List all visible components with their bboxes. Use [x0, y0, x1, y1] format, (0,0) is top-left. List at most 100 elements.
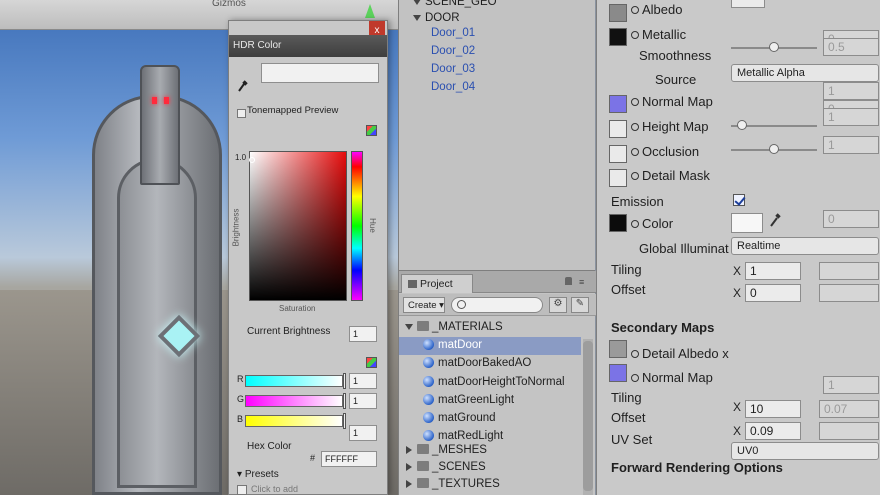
detail-mask-slot[interactable] — [609, 169, 627, 187]
blue-channel-field[interactable]: 1 — [349, 425, 377, 441]
hierarchy-item-door[interactable]: DOOR — [413, 12, 460, 24]
add-preset-button[interactable] — [237, 485, 247, 495]
tonemapped-preview-checkbox[interactable] — [237, 109, 246, 118]
tiling-x-field[interactable]: 1 — [745, 262, 801, 280]
asset-matdoorbakedao[interactable]: matDoorBakedAO — [399, 355, 579, 373]
collapse-arrow-icon[interactable] — [406, 462, 412, 471]
object-picker-icon[interactable] — [631, 350, 639, 358]
object-picker-icon[interactable] — [631, 172, 639, 180]
albedo-color-field[interactable] — [731, 0, 765, 8]
collapse-arrow-icon[interactable] — [406, 445, 412, 454]
object-picker-icon[interactable] — [631, 374, 639, 382]
folder-scenes[interactable]: _SCENES — [405, 459, 585, 477]
folder-textures[interactable]: _TEXTURES — [405, 476, 585, 494]
detail-albedo-slot[interactable] — [609, 340, 627, 358]
red-channel-field[interactable]: 1 — [349, 373, 377, 389]
expand-arrow-icon[interactable] — [413, 0, 421, 5]
metallic-texture-slot[interactable] — [609, 28, 627, 46]
smoothness-value[interactable]: 0.5 — [823, 38, 879, 56]
filter-type-icon[interactable]: ⚙ — [549, 297, 567, 313]
hierarchy-item-door-04[interactable]: Door_04 — [431, 81, 475, 93]
lock-icon[interactable] — [565, 277, 572, 285]
tiling-y-field[interactable] — [819, 262, 879, 280]
occlusion-value[interactable]: 1 — [823, 136, 879, 154]
object-picker-icon[interactable] — [631, 220, 639, 228]
emission-color-field[interactable] — [731, 213, 763, 233]
green-channel-slider[interactable] — [245, 395, 343, 407]
gizmo-y-axis-icon[interactable] — [365, 4, 375, 18]
tab-project[interactable]: Project — [401, 274, 473, 293]
detail-normal-scale[interactable]: 1 — [823, 376, 879, 394]
blue-channel-handle[interactable] — [343, 413, 346, 429]
asset-matground[interactable]: matGround — [399, 410, 579, 428]
create-button[interactable]: Create ▾ — [403, 297, 445, 313]
inspector-panel[interactable]: Albedo Metallic 0 Smoothness 0.5 Source … — [596, 0, 880, 495]
folder-materials[interactable]: _MATERIALS — [405, 319, 585, 337]
tiling2-y-field[interactable]: 0.07 — [819, 400, 879, 418]
emission-color-label: Color — [631, 216, 673, 231]
green-channel-field[interactable]: 1 — [349, 393, 377, 409]
emission-checkbox[interactable] — [733, 194, 745, 206]
hierarchy-item-door-03[interactable]: Door_03 — [431, 63, 475, 75]
hierarchy-item-scene-geo[interactable]: SCENE_GEO — [413, 0, 497, 8]
offset-y-field[interactable] — [819, 284, 879, 302]
object-picker-icon[interactable] — [631, 6, 639, 14]
object-picker-icon[interactable] — [631, 31, 639, 39]
red-channel-handle[interactable] — [343, 373, 346, 389]
asset-matdoorheighttonormal[interactable]: matDoorHeightToNormal — [399, 374, 579, 392]
object-picker-icon[interactable] — [631, 148, 639, 156]
expand-arrow-icon[interactable] — [405, 323, 413, 330]
saturation-brightness-picker[interactable] — [249, 151, 347, 301]
offset2-y-field[interactable] — [819, 422, 879, 440]
hierarchy-item-door-02[interactable]: Door_02 — [431, 45, 475, 57]
object-picker-icon[interactable] — [631, 123, 639, 131]
folder-label: _SCENES — [432, 461, 486, 473]
height-map-value[interactable]: 1 — [823, 108, 879, 126]
height-map-slot[interactable] — [609, 120, 627, 138]
hierarchy-panel[interactable]: SCENE_GEO DOOR Door_01 Door_02 Door_03 D… — [398, 0, 595, 270]
eyedropper-icon[interactable] — [769, 212, 781, 227]
folder-meshes[interactable]: _MESHES — [405, 442, 585, 460]
smoothness-slider-handle[interactable] — [769, 42, 779, 52]
gizmos-tab[interactable]: Gizmos — [212, 0, 246, 9]
menu-icon[interactable]: ≡ — [579, 277, 584, 287]
collapse-arrow-icon[interactable] — [406, 479, 412, 488]
tiling2-x-field[interactable]: 10 — [745, 400, 801, 418]
global-illumination-dropdown[interactable]: Realtime — [731, 237, 879, 255]
uv-set-dropdown[interactable]: UV0 — [731, 442, 879, 460]
emission-texture-slot[interactable] — [609, 214, 627, 232]
asset-matgreenlight[interactable]: matGreenLight — [399, 392, 579, 410]
occlusion-slot[interactable] — [609, 145, 627, 163]
picker-handle[interactable] — [249, 157, 255, 163]
hierarchy-item-door-01[interactable]: Door_01 — [431, 27, 475, 39]
color-preview-swatch[interactable] — [261, 63, 379, 83]
asset-matdoor[interactable]: matDoor — [399, 337, 581, 355]
occlusion-slider-handle[interactable] — [769, 144, 779, 154]
search-input[interactable] — [451, 297, 543, 313]
height-map-slider-handle[interactable] — [737, 120, 747, 130]
source-extra-value[interactable]: 1 — [823, 82, 879, 100]
albedo-texture-slot[interactable] — [609, 4, 627, 22]
hdr-color-window[interactable]: x HDR Color Tonemapped Preview 1.0 Brigh… — [228, 20, 388, 495]
object-picker-icon[interactable] — [631, 98, 639, 106]
red-channel-slider[interactable] — [245, 375, 343, 387]
emission-intensity[interactable]: 0 — [823, 210, 879, 228]
offset2-x-field[interactable]: 0.09 — [745, 422, 801, 440]
color-mode-icon[interactable] — [366, 125, 377, 136]
source-dropdown[interactable]: Metallic Alpha — [731, 64, 879, 82]
project-panel[interactable]: Project ≡ Create ▾ ⚙ ✎ _MATERIALS matDoo… — [398, 270, 596, 495]
project-scrollbar-thumb[interactable] — [583, 341, 593, 491]
normal-map-slot[interactable] — [609, 95, 627, 113]
hex-color-field[interactable]: # FFFFFF — [310, 451, 377, 467]
slider-mode-icon[interactable] — [366, 357, 377, 368]
expand-arrow-icon[interactable] — [413, 14, 421, 21]
filter-label-icon[interactable]: ✎ — [571, 297, 589, 313]
presets-foldout[interactable]: ▾ Presets — [237, 469, 279, 480]
blue-channel-slider[interactable] — [245, 415, 343, 427]
detail-normal-map-slot[interactable] — [609, 364, 627, 382]
offset-x-field[interactable]: 0 — [745, 284, 801, 302]
green-channel-handle[interactable] — [343, 393, 346, 409]
eyedropper-icon[interactable] — [237, 79, 249, 93]
hue-slider[interactable] — [351, 151, 363, 301]
current-brightness-field[interactable]: 1 — [349, 326, 377, 342]
